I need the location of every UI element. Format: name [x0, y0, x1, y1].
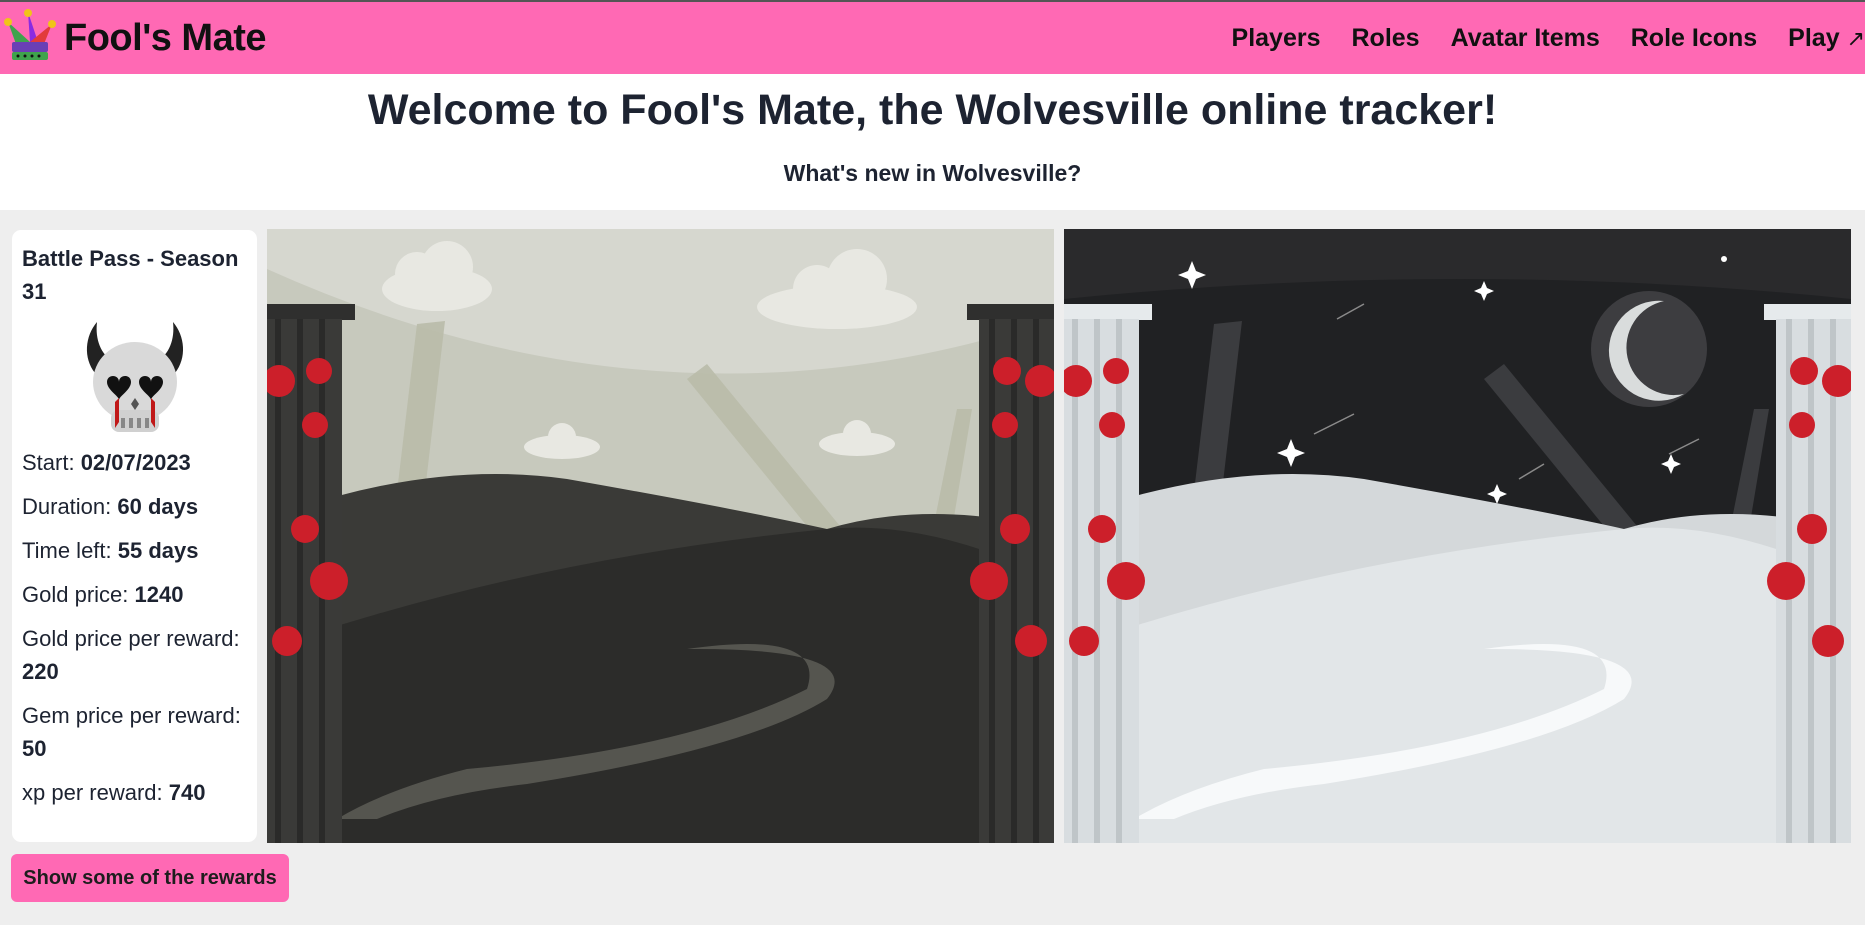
horned-skull-icon: [86, 322, 183, 432]
brand-link[interactable]: Fool's Mate: [2, 8, 267, 68]
battle-pass-card: Battle Pass - Season 31 Start: 02/07/202…: [12, 230, 257, 842]
stat-time-left: Time left: 55 days: [22, 538, 199, 563]
page-title: Welcome to Fool's Mate, the Wolvesville …: [367, 86, 1498, 134]
day-ruins-background: [267, 229, 1054, 843]
stat-xp-per-reward: xp per reward: 740: [22, 780, 206, 805]
top-navbar: Fool's Mate Players Roles Avatar Items R…: [0, 2, 1865, 74]
night-ruins-background: [1064, 229, 1851, 843]
nav-avatar-items[interactable]: Avatar Items: [1451, 24, 1600, 53]
stat-start: Start: 02/07/2023: [22, 450, 191, 475]
nav-role-icons[interactable]: Role Icons: [1631, 24, 1757, 53]
stat-duration: Duration: 60 days: [22, 494, 199, 519]
nav-play[interactable]: Play ↗: [1788, 24, 1865, 53]
page-subtitle: What's new in Wolvesville?: [783, 160, 1082, 186]
stat-gold-per-reward: Gold price per reward: 220: [22, 626, 240, 684]
nav-links: Players Roles Avatar Items Role Icons Pl…: [1201, 2, 1865, 74]
hero-section: Welcome to Fool's Mate, the Wolvesville …: [0, 74, 1865, 210]
battle-pass-title: Battle Pass - Season 31: [22, 246, 239, 304]
nav-roles[interactable]: Roles: [1352, 24, 1420, 53]
brand-name: Fool's Mate: [64, 16, 267, 59]
external-link-icon: ↗: [1846, 25, 1865, 51]
jester-hat-logo-icon: [4, 9, 56, 60]
nav-players[interactable]: Players: [1232, 24, 1321, 53]
stat-gold-price: Gold price: 1240: [22, 582, 184, 607]
show-rewards-button[interactable]: Show some of the rewards: [11, 854, 289, 902]
nav-play-label: Play: [1788, 23, 1840, 52]
stat-gem-per-reward: Gem price per reward: 50: [22, 703, 241, 761]
